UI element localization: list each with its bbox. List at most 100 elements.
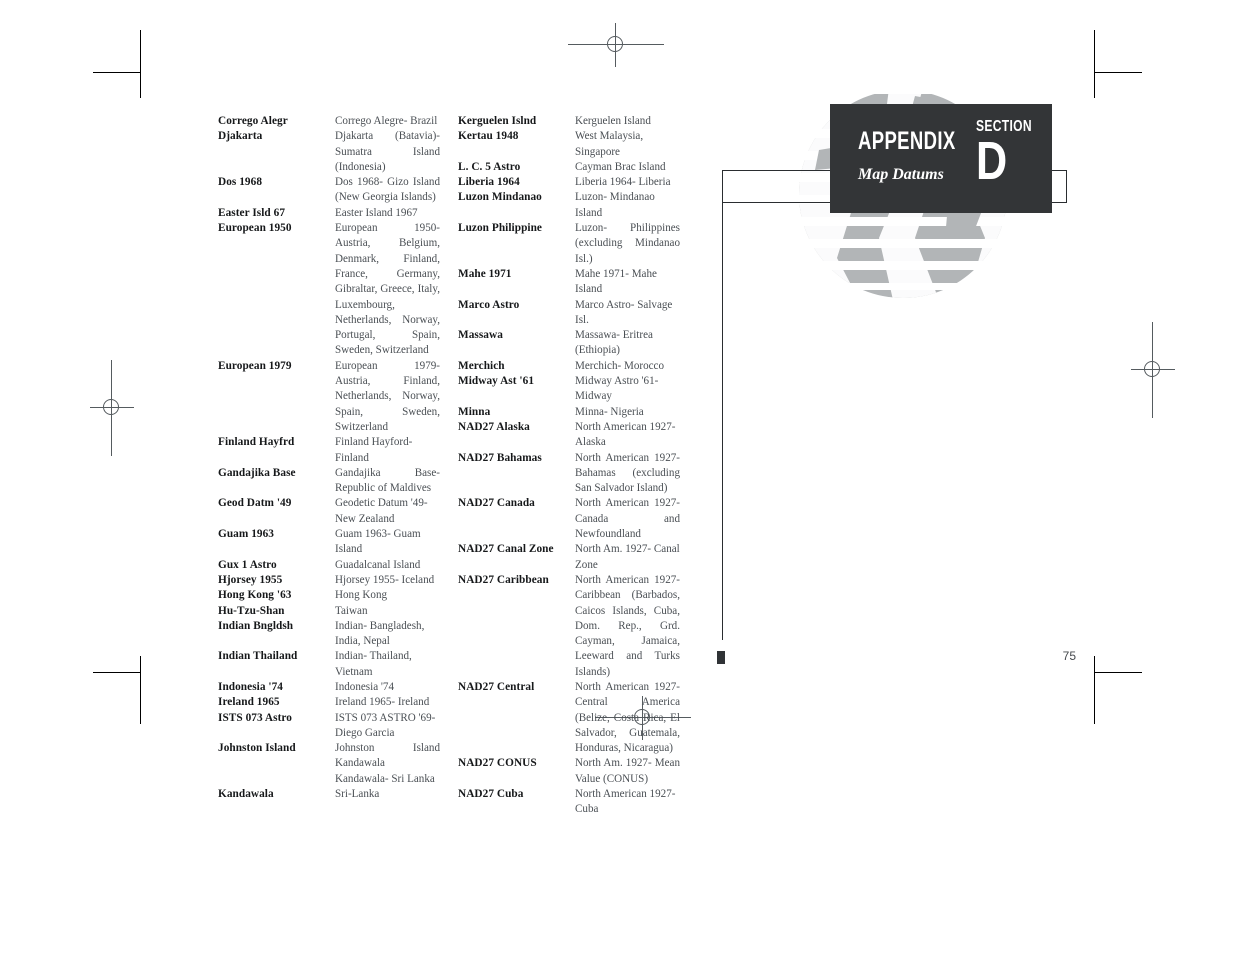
datum-name: Liberia 1964 xyxy=(458,176,520,189)
datum-row: Johnston Island Johnston Island Kandawala… xyxy=(218,741,440,787)
crop-mark-top-left-horizontal xyxy=(93,72,141,73)
datum-name: Indian Bngldsh xyxy=(218,619,294,632)
datum-name: Hjorsey 1955 xyxy=(218,573,283,586)
datum-description: North American 1927- Canada and Newfound… xyxy=(575,497,680,541)
datum-name: NAD27 CONUS xyxy=(458,757,537,770)
datum-row: Massawa Massawa- Eritrea (Ethiopia) xyxy=(458,328,680,359)
datum-name: Luzon Mindanao xyxy=(458,191,542,204)
datum-row: Gux 1 Astro Guadalcanal Island xyxy=(218,558,440,573)
datum-description: Marco Astro- Salvage Isl. xyxy=(575,298,673,326)
datum-description: Djakarta (Batavia)- Sumatra Island (Indo… xyxy=(335,130,440,173)
datum-row: NAD27 Canada North American 1927- Canada … xyxy=(458,496,680,542)
datum-name: Hong Kong '63 xyxy=(218,589,292,602)
datum-name: NAD27 Canal Zone xyxy=(458,543,554,556)
datum-row: European 1950 European 1950- Austria, Bel… xyxy=(218,221,440,359)
datum-row: Kerguelen Islnd Kerguelen Island xyxy=(458,114,680,129)
document-page: APPENDIX Map Datums SECTION D Corrego Al… xyxy=(0,0,1235,954)
datum-name: Kerguelen Islnd xyxy=(458,115,537,127)
datum-row: Kertau 1948 West Malaysia, Singapore xyxy=(458,129,680,160)
datum-row: Guam 1963 Guam 1963- Guam Island xyxy=(218,527,440,558)
datum-description: Hong Kong xyxy=(335,589,388,602)
datum-name: Gandajika Base xyxy=(218,466,296,479)
datum-row: Midway Ast '61 Midway Astro '61- Midway xyxy=(458,374,680,405)
datum-row: European 1979 European 1979- Austria, Fin… xyxy=(218,359,440,435)
crop-mark-top-right-horizontal xyxy=(1094,72,1142,73)
crop-mark-bottom-right-horizontal xyxy=(1094,672,1142,673)
datum-name: ISTS 073 Astro xyxy=(218,711,292,724)
crop-mark-bottom-left-vertical xyxy=(140,656,141,724)
datum-name: NAD27 Bahamas xyxy=(458,451,542,464)
datum-description: Ireland 1965- Ireland xyxy=(335,696,430,709)
datum-description: Sri-Lanka xyxy=(335,788,380,801)
datum-description: European 1950- Austria, Belgium, Denmark… xyxy=(335,222,440,357)
datum-description: Hjorsey 1955- Iceland xyxy=(335,573,435,586)
datum-description: West Malaysia, Singapore xyxy=(575,130,644,158)
datum-name: Guam 1963 xyxy=(218,528,274,541)
datum-row: Mahe 1971 Mahe 1971- Mahe Island xyxy=(458,267,680,298)
datum-description: Midway Astro '61- Midway xyxy=(575,375,659,403)
datum-row: Easter Isld 67 Easter Island 1967 xyxy=(218,206,440,221)
datum-description: Guadalcanal Island xyxy=(335,558,421,571)
datum-name: Indian Thailand xyxy=(218,650,298,663)
datum-row: Hu-Tzu-Shan Taiwan xyxy=(218,604,440,619)
datum-name: Mahe 1971 xyxy=(458,267,512,280)
datum-description: Luzon- Mindanao Island xyxy=(575,191,655,219)
datum-name: Djakarta xyxy=(218,130,263,143)
datum-description: North American 1927- Caribbean (Barbados… xyxy=(575,573,680,678)
datum-row: NAD27 Bahamas North American 1927- Bahama… xyxy=(458,451,680,497)
appendix-label: APPENDIX xyxy=(858,127,956,155)
header-outline-box-left-edge xyxy=(722,170,723,203)
datum-description: Merchich- Morocco xyxy=(575,359,665,372)
datum-row: Marco Astro Marco Astro- Salvage Isl. xyxy=(458,298,680,329)
registration-mark-right xyxy=(1131,322,1175,418)
datum-row: NAD27 CONUS North Am. 1927- Mean Value (C… xyxy=(458,756,680,787)
datum-row: NAD27 Caribbean North American 1927- Cari… xyxy=(458,573,680,680)
datum-row: Hong Kong '63 Hong Kong xyxy=(218,588,440,603)
datum-row: Gandajika Base Gandajika Base- Republic o… xyxy=(218,466,440,497)
datum-row: Dos 1968 Dos 1968- Gizo Island (New Georg… xyxy=(218,175,440,206)
datum-description: Gandajika Base- Republic of Maldives xyxy=(335,466,440,495)
datum-name: Corrego Alegr xyxy=(218,115,288,127)
datum-description: Geodetic Datum '49- New Zealand xyxy=(335,497,428,525)
datum-description: Johnston Island Kandawala Kandawala- Sri… xyxy=(335,742,440,785)
datum-row: Merchich Merchich- Morocco xyxy=(458,359,680,374)
datum-description: Indian- Thailand, Vietnam xyxy=(335,650,412,678)
datum-row: NAD27 Alaska North American 1927- Alaska xyxy=(458,420,680,451)
datum-name: Marco Astro xyxy=(458,298,520,311)
datum-description: Indonesia '74 xyxy=(335,680,394,693)
datum-description: ISTS 073 ASTRO '69- Diego Garcia xyxy=(335,711,436,739)
datum-name: Minna xyxy=(458,405,491,418)
datum-description: Corrego Alegre- Brazil xyxy=(335,115,438,127)
datum-name: Kertau 1948 xyxy=(458,130,519,143)
datum-description: Dos 1968- Gizo Island (New Georgia Islan… xyxy=(335,176,440,204)
registration-mark-top xyxy=(568,23,664,67)
datum-row: Djakarta Djakarta (Batavia)- Sumatra Isla… xyxy=(218,129,440,175)
registration-mark-left xyxy=(90,360,134,456)
datum-row: Indian Thailand Indian- Thailand, Vietnam xyxy=(218,649,440,680)
datum-row: Hjorsey 1955 Hjorsey 1955- Iceland xyxy=(218,573,440,588)
datum-name: Hu-Tzu-Shan xyxy=(218,604,285,617)
datum-description: Finland Hayford- Finland xyxy=(335,436,413,464)
datum-description: North American 1927- Central America (Be… xyxy=(575,680,680,755)
crop-mark-bottom-left-horizontal xyxy=(93,672,141,673)
datum-row: Luzon Mindanao Luzon- Mindanao Island xyxy=(458,190,680,221)
datum-name: Luzon Philippine xyxy=(458,222,542,235)
datum-name: Midway Ast '61 xyxy=(458,375,535,388)
datum-description: Minna- Nigeria xyxy=(575,405,644,418)
datum-name: Easter Isld 67 xyxy=(218,206,286,219)
datum-name: L. C. 5 Astro xyxy=(458,160,521,173)
datum-description: Guam 1963- Guam Island xyxy=(335,528,421,556)
section-letter: D xyxy=(976,131,1008,191)
datum-description: Luzon- Philippines (excluding Mindanao I… xyxy=(575,222,680,265)
datum-name: Johnston Island xyxy=(218,742,296,755)
datum-description: North Am. 1927- Canal Zone xyxy=(575,543,680,571)
datum-column-right: Kerguelen Islnd Kerguelen Island Kertau 19… xyxy=(458,114,680,818)
datum-name: Massawa xyxy=(458,329,503,342)
appendix-header-plate: APPENDIX Map Datums SECTION D xyxy=(830,104,1052,213)
datum-row: Luzon Philippine Luzon- Philippines (excl… xyxy=(458,221,680,267)
datum-row: NAD27 Cuba North American 1927- Cuba xyxy=(458,787,680,818)
datum-description: Easter Island 1967 xyxy=(335,206,418,219)
datum-row: Kandawala Sri-Lanka xyxy=(218,787,440,802)
datum-row: Ireland 1965 Ireland 1965- Ireland xyxy=(218,695,440,710)
crop-mark-top-right-vertical xyxy=(1094,30,1095,98)
